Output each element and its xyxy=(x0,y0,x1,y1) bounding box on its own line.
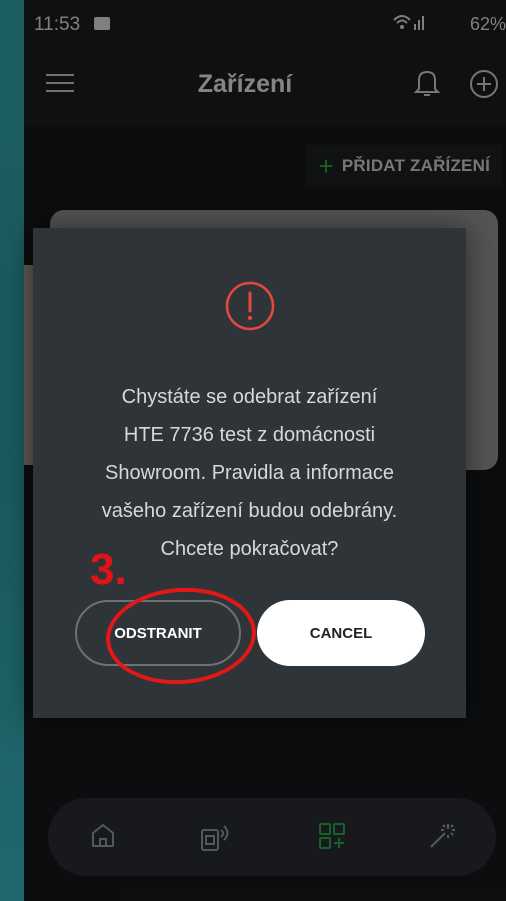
image-notification-icon xyxy=(94,17,110,30)
alert-icon xyxy=(224,280,276,337)
home-icon[interactable] xyxy=(88,820,118,855)
plus-icon: + xyxy=(318,151,334,181)
status-time: 11:53 xyxy=(34,14,81,35)
annotation-step-number: 3. xyxy=(90,545,127,594)
cancel-button[interactable]: CANCEL xyxy=(257,600,425,666)
dialog-message-line: Chystáte se odebrat zařízení xyxy=(121,386,378,408)
dialog-message: Chystáte se odebrat zařízení HTE 7736 te… xyxy=(53,378,446,568)
add-device-button[interactable]: + PŘIDAT ZAŘÍZENÍ xyxy=(306,145,502,187)
bell-icon[interactable] xyxy=(413,68,441,103)
bottom-navigation xyxy=(48,798,496,876)
backdrop xyxy=(0,0,24,901)
wifi-signal-icon xyxy=(392,12,426,37)
add-circle-icon[interactable] xyxy=(468,68,500,105)
grid-add-icon[interactable] xyxy=(316,820,348,857)
battery-percentage: 62% xyxy=(469,14,506,34)
status-bar: 11:53 62% xyxy=(24,0,506,46)
dialog-message-line: HTE 7736 test z domácnosti xyxy=(123,424,376,446)
magic-wand-icon[interactable] xyxy=(426,820,458,857)
app-bar: Zařízení xyxy=(24,46,506,126)
add-device-label: PŘIDAT ZAŘÍZENÍ xyxy=(341,156,490,175)
dialog-message-line: Showroom. Pravidla a informace xyxy=(104,462,394,484)
devices-remote-icon[interactable] xyxy=(198,820,232,859)
dialog-message-line: vašeho zařízení budou odebrány. xyxy=(101,500,398,522)
